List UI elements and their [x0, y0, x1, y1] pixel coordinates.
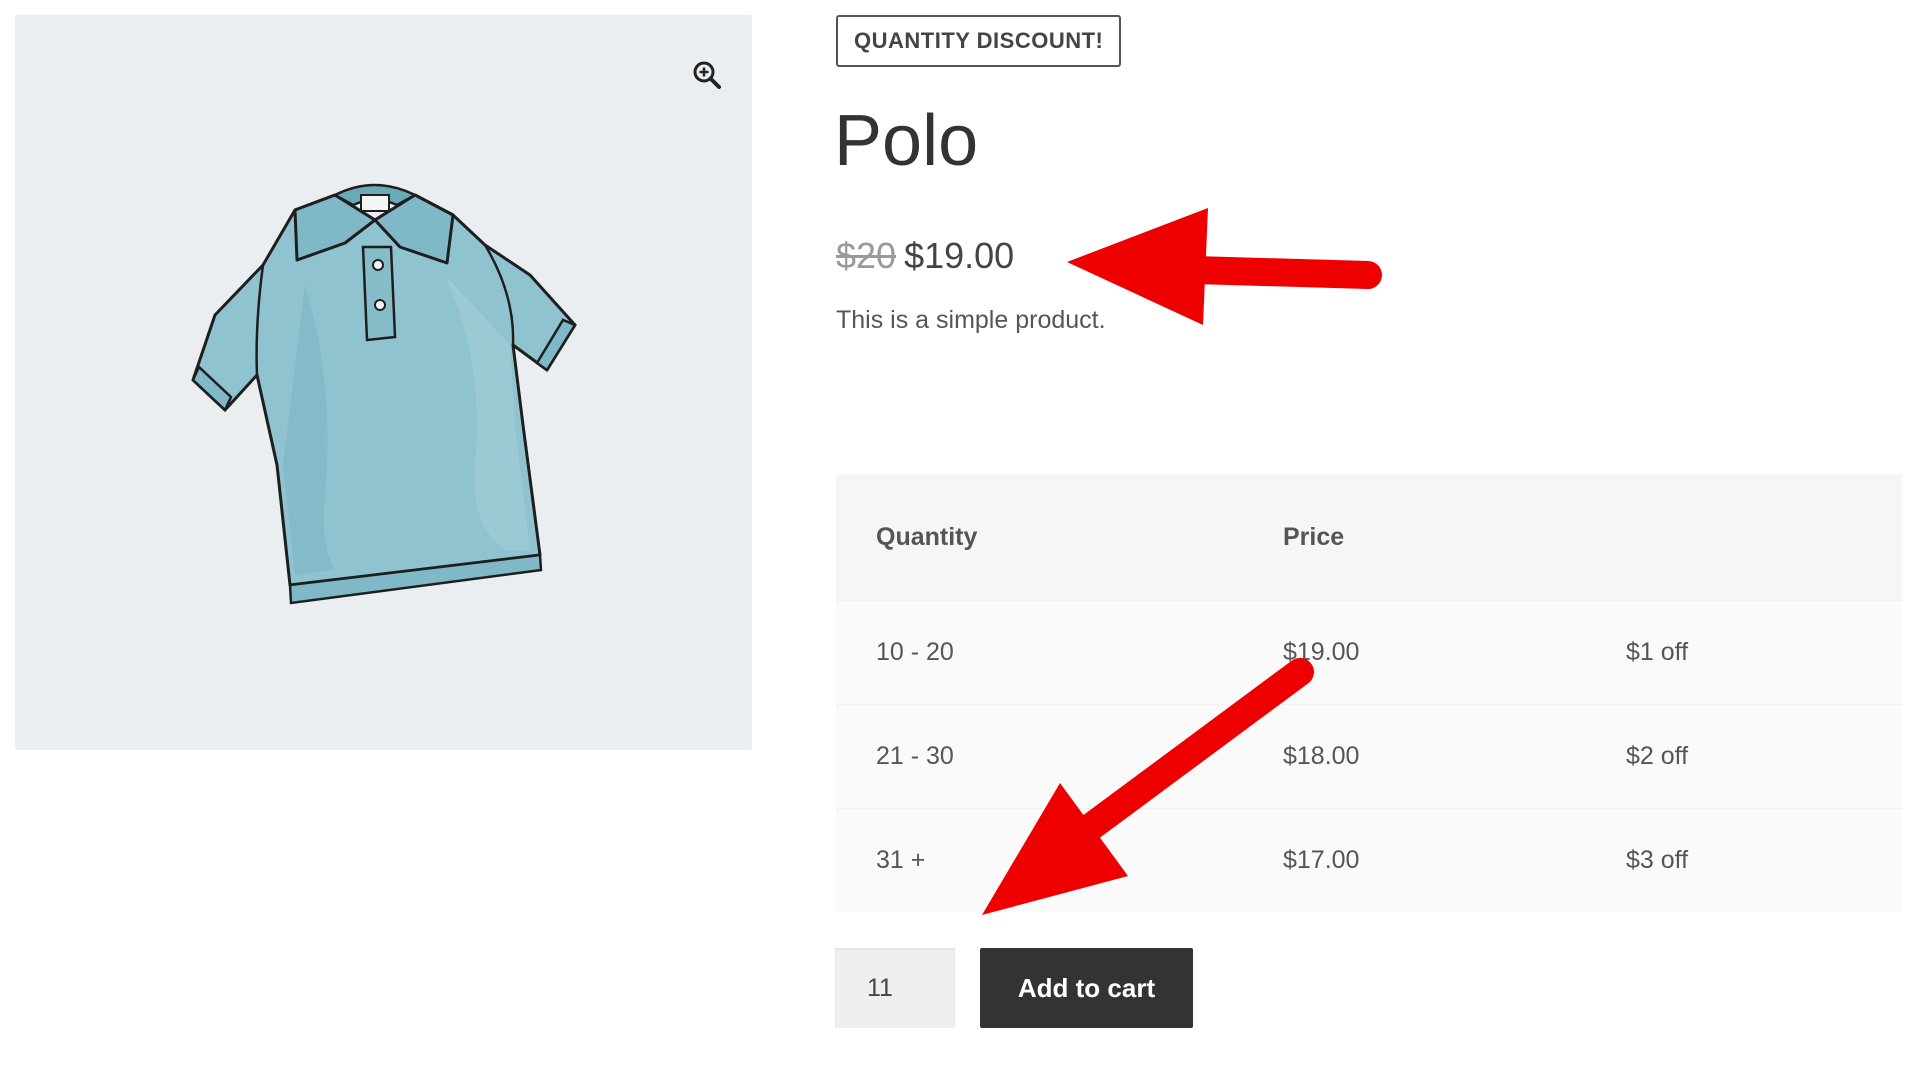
tier-price: $17.00 [1243, 808, 1586, 912]
quantity-pricing-table: Quantity Price 10 - 20 $19.00 $1 off 21 … [836, 474, 1902, 912]
tier-quantity: 10 - 20 [836, 600, 1243, 705]
quantity-input[interactable] [835, 948, 955, 1028]
tier-quantity: 31 + [836, 808, 1243, 912]
product-gallery [15, 15, 752, 750]
tier-price: $18.00 [1243, 704, 1586, 809]
tier-discount: $3 off [1586, 808, 1902, 912]
quantity-discount-badge: QUANTITY DISCOUNT! [836, 15, 1122, 67]
add-to-cart-button[interactable]: Add to cart [980, 948, 1193, 1028]
column-header-discount [1586, 474, 1902, 601]
product-title: Polo [834, 101, 979, 181]
sale-price: $19.00 [904, 235, 1015, 276]
product-price: $20 $19.00 [836, 232, 1014, 280]
table-row: 10 - 20 $19.00 $1 off [836, 600, 1902, 705]
price-arrow-icon [1067, 208, 1382, 325]
tier-price: $19.00 [1243, 600, 1586, 705]
tier-quantity: 21 - 30 [836, 704, 1243, 809]
regular-price: $20 [836, 235, 897, 276]
column-header-quantity: Quantity [836, 474, 1243, 601]
table-header-row: Quantity Price [836, 474, 1902, 601]
column-header-price: Price [1243, 474, 1586, 601]
zoom-in-icon [693, 61, 721, 89]
product-short-description: This is a simple product. [836, 306, 1106, 334]
polo-shirt-image[interactable] [185, 165, 605, 625]
table-row: 21 - 30 $18.00 $2 off [836, 704, 1902, 809]
table-row: 31 + $17.00 $3 off [836, 808, 1902, 912]
zoom-button[interactable] [685, 53, 729, 97]
product-page: QUANTITY DISCOUNT! Polo $20 $19.00 This i… [0, 0, 1920, 1069]
tier-discount: $2 off [1586, 704, 1902, 809]
tier-discount: $1 off [1586, 600, 1902, 705]
